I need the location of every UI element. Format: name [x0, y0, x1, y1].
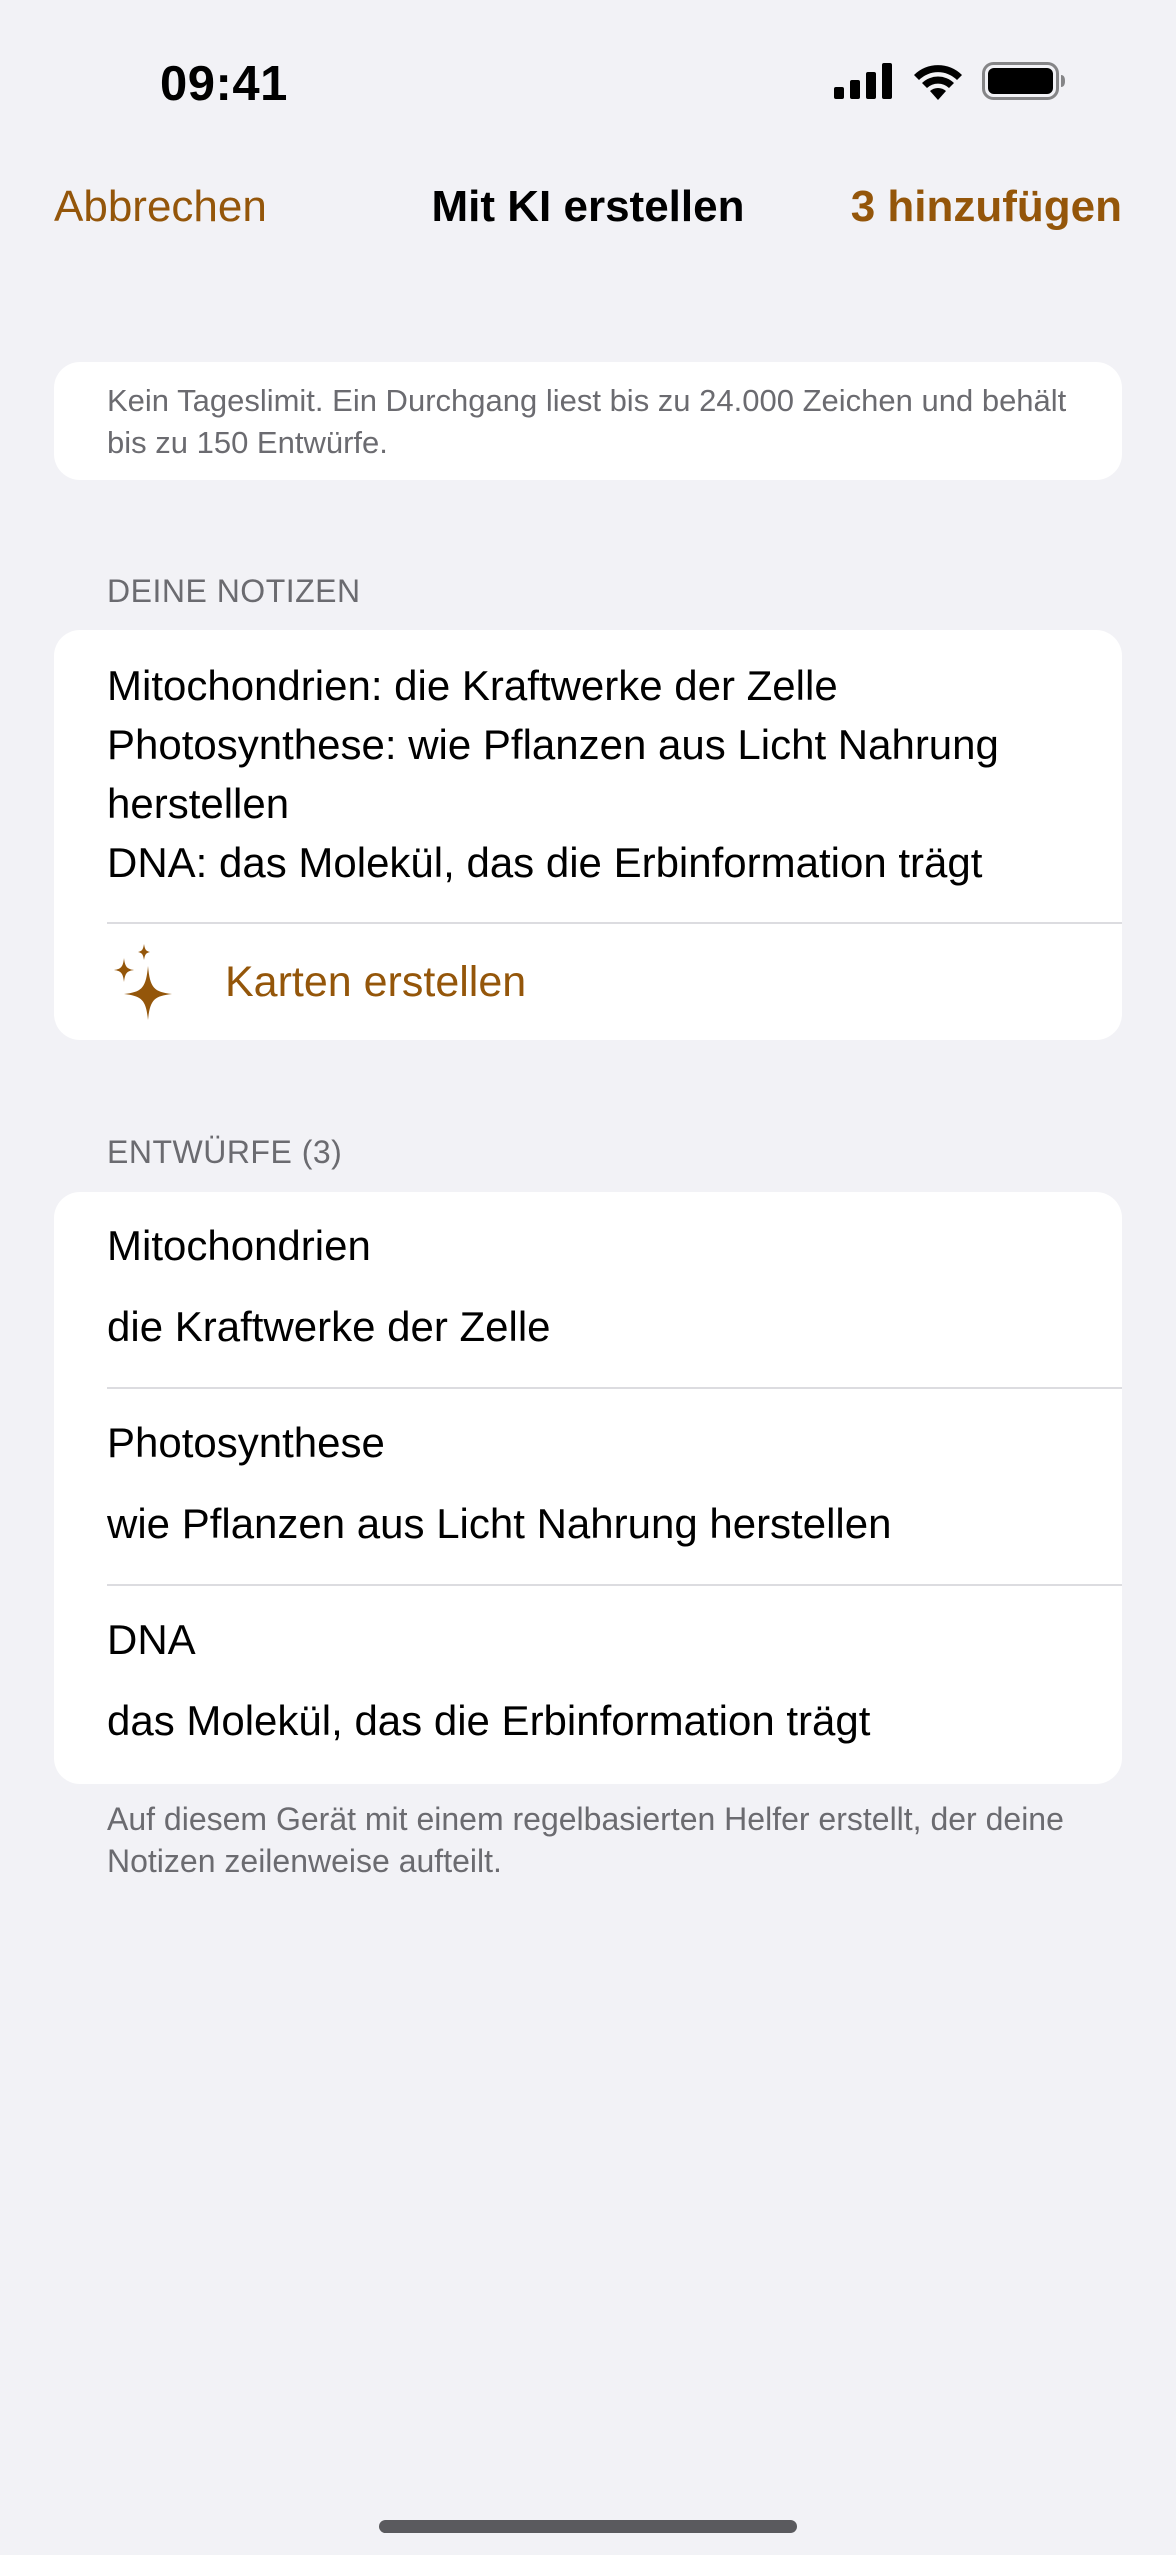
status-time: 09:41: [160, 57, 288, 111]
notes-section-header: DEINE NOTIZEN: [107, 573, 361, 609]
draft-back: wie Pflanzen aus Licht Nahrung herstelle…: [107, 1500, 892, 1547]
draft-front: Mitochondrien: [107, 1222, 371, 1269]
add-cards-button[interactable]: 3 hinzufügen: [851, 182, 1122, 232]
battery-icon: [982, 62, 1065, 100]
draft-item[interactable]: Mitochondrien die Kraftwerke der Zelle: [54, 1192, 1122, 1389]
notes-text-area[interactable]: Mitochondrien: die Kraftwerke der Zelle …: [107, 656, 1107, 892]
create-cards-button[interactable]: Karten erstellen: [54, 924, 1122, 1040]
drafts-card: Mitochondrien die Kraftwerke der Zelle P…: [54, 1192, 1122, 1784]
notes-card: Mitochondrien: die Kraftwerke der Zelle …: [54, 630, 1122, 1040]
home-indicator[interactable]: [379, 2520, 797, 2533]
sparkles-icon: [114, 944, 172, 1020]
draft-back: die Kraftwerke der Zelle: [107, 1303, 551, 1350]
draft-front: Photosynthese: [107, 1419, 385, 1466]
limit-info-text: Kein Tageslimit. Ein Durchgang liest bis…: [107, 383, 1067, 460]
status-bar: 09:41: [0, 0, 1176, 150]
draft-item[interactable]: Photosynthese wie Pflanzen aus Licht Nah…: [54, 1389, 1122, 1586]
navigation-bar: Abbrechen Mit KI erstellen 3 hinzufügen: [0, 170, 1176, 250]
create-cards-label: Karten erstellen: [225, 958, 527, 1006]
drafts-section-header: ENTWÜRFE (3): [107, 1134, 343, 1170]
draft-item[interactable]: DNA das Molekül, das die Erbinformation …: [54, 1586, 1122, 1783]
limit-info-card: Kein Tageslimit. Ein Durchgang liest bis…: [54, 362, 1122, 480]
draft-back: das Molekül, das die Erbinformation träg…: [107, 1697, 871, 1744]
draft-front: DNA: [107, 1616, 196, 1663]
status-icons: [834, 62, 1066, 100]
wifi-icon: [914, 65, 962, 100]
generator-footnote: Auf diesem Gerät mit einem regelbasierte…: [107, 1801, 1064, 1879]
cellular-signal-icon: [834, 63, 892, 99]
